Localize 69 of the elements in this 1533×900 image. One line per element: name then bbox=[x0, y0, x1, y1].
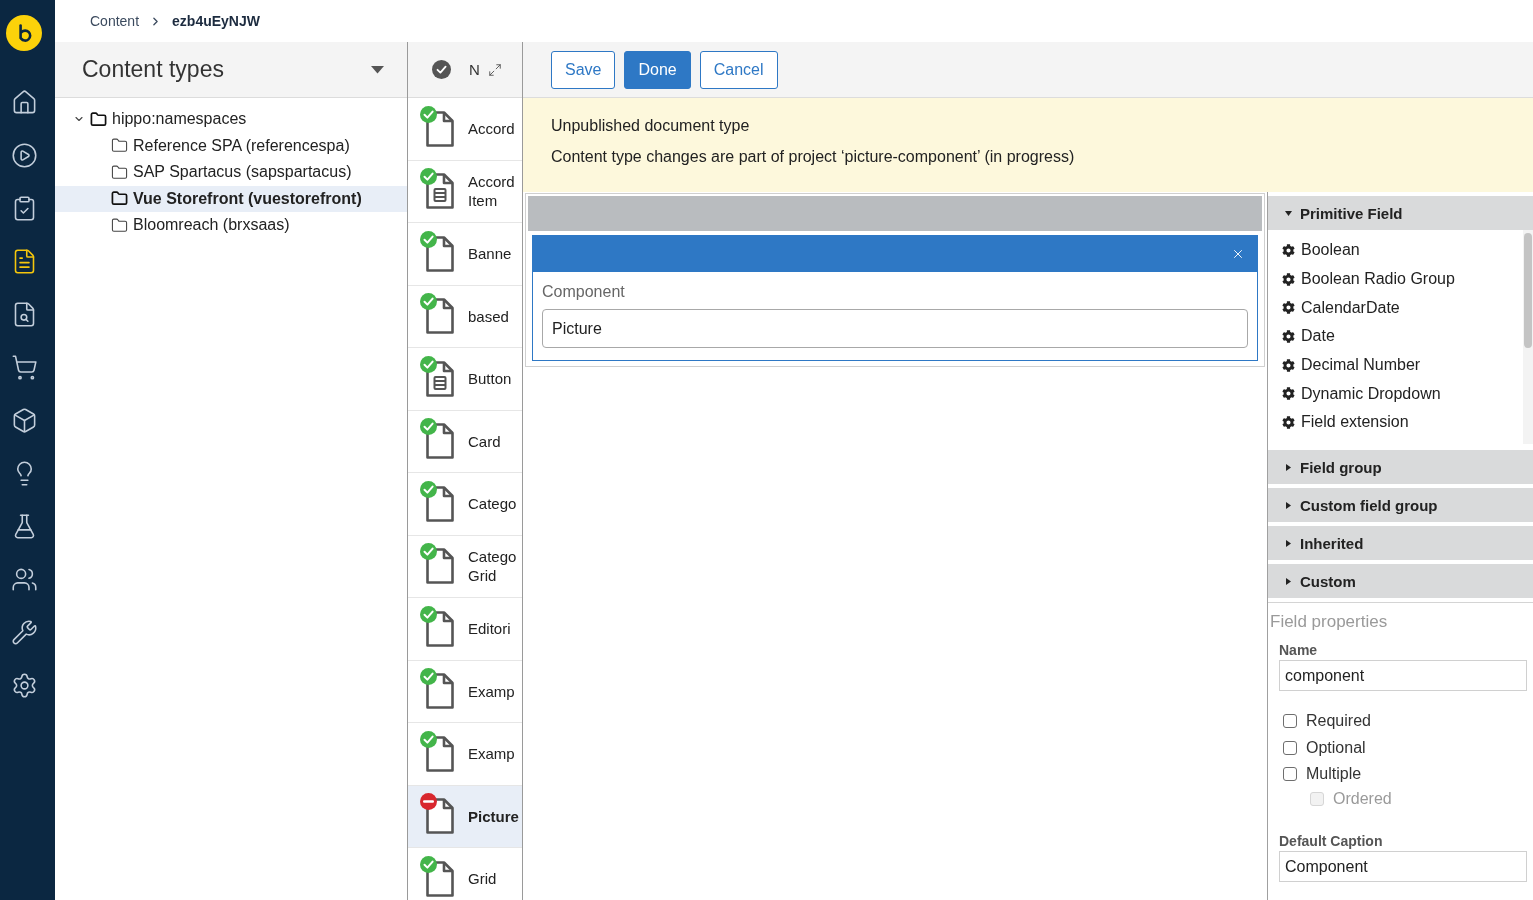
accordion-header[interactable]: Inherited bbox=[1268, 526, 1533, 560]
gear-icon bbox=[1282, 358, 1295, 372]
folder-icon bbox=[111, 137, 128, 155]
gear-icon bbox=[1282, 301, 1295, 315]
tree-item[interactable]: hippo:namespaces bbox=[55, 106, 407, 133]
triangle-right-icon bbox=[1285, 577, 1292, 585]
accordion-header[interactable]: Primitive Field bbox=[1268, 196, 1533, 230]
tree-item[interactable]: Reference SPA (referencespa) bbox=[55, 132, 407, 159]
wrench-icon[interactable] bbox=[10, 619, 38, 646]
play-icon[interactable] bbox=[10, 142, 38, 169]
field-type-item[interactable]: Boolean bbox=[1268, 236, 1523, 265]
checkbox-label: Ordered bbox=[1333, 789, 1392, 808]
tree-item[interactable]: Vue Storefront (vuestorefront) bbox=[55, 185, 407, 212]
field-label: Component bbox=[542, 282, 626, 302]
breadcrumb-current: ezb4uEyNJW bbox=[172, 13, 260, 29]
users-icon[interactable] bbox=[10, 566, 38, 593]
text-field[interactable]: Component bbox=[1279, 851, 1527, 882]
accordion-header[interactable]: Custom bbox=[1268, 564, 1533, 598]
gear-icon bbox=[1282, 415, 1295, 429]
tree-item[interactable]: SAP Spartacus (sapspartacus) bbox=[55, 159, 407, 186]
gear-icon bbox=[1282, 387, 1295, 401]
checkbox[interactable] bbox=[1283, 767, 1297, 782]
field-label: Name bbox=[1279, 641, 1319, 660]
accordion-header[interactable]: Field group bbox=[1268, 450, 1533, 484]
triangle-right-icon bbox=[1285, 463, 1292, 471]
column-header[interactable]: N bbox=[469, 61, 480, 78]
field-type-item[interactable]: Boolean Radio Group bbox=[1268, 264, 1523, 294]
folder-icon bbox=[111, 190, 128, 208]
tree-item[interactable]: Bloomreach (brxsaas) bbox=[55, 212, 407, 239]
brand-logo bbox=[6, 15, 42, 51]
text-field[interactable]: component bbox=[1279, 660, 1527, 691]
document-row[interactable]: Picture bbox=[408, 785, 522, 848]
notice-text: Unpublished document type bbox=[551, 116, 751, 136]
field-label: Default Caption bbox=[1279, 832, 1384, 851]
toolbar-button[interactable]: Save bbox=[551, 50, 616, 89]
gear-icon bbox=[1282, 272, 1295, 286]
check-circle-icon[interactable] bbox=[432, 60, 451, 79]
triangle-down-icon bbox=[1285, 209, 1292, 217]
text-field[interactable]: Picture bbox=[542, 309, 1248, 348]
checkbox-label: Optional bbox=[1306, 738, 1366, 757]
field-type-item[interactable]: Dynamic Dropdown bbox=[1268, 379, 1523, 409]
notice-text: Content type changes are part of project ‘picture-component’ (in progress) bbox=[551, 147, 1076, 167]
dropdown-caret-icon[interactable] bbox=[371, 65, 384, 74]
accordion-header[interactable]: Custom field group bbox=[1268, 488, 1533, 522]
folder-icon bbox=[111, 216, 128, 234]
expand-icon[interactable] bbox=[487, 62, 502, 77]
scrollbar-thumb[interactable] bbox=[1524, 233, 1532, 348]
checkbox[interactable] bbox=[1283, 740, 1297, 755]
checkbox-label: Required bbox=[1306, 712, 1371, 731]
section-title: Field properties bbox=[1270, 612, 1389, 632]
field-type-item[interactable]: CalendarDate bbox=[1268, 293, 1523, 323]
triangle-right-icon bbox=[1285, 501, 1292, 509]
panel-title: Content types bbox=[82, 56, 224, 83]
gear-icon bbox=[1282, 243, 1295, 257]
folder-icon bbox=[90, 110, 107, 128]
field-type-item[interactable]: Decimal Number bbox=[1268, 350, 1523, 380]
toolbar-button[interactable]: Cancel bbox=[699, 50, 778, 89]
checkbox[interactable] bbox=[1283, 714, 1297, 729]
folder-icon bbox=[111, 163, 128, 181]
triangle-right-icon bbox=[1285, 539, 1292, 547]
cart-icon[interactable] bbox=[10, 354, 38, 381]
checkbox-label: Multiple bbox=[1306, 765, 1362, 784]
gear-icon bbox=[1282, 329, 1295, 343]
field-type-item[interactable]: Field extension bbox=[1268, 408, 1523, 437]
field-type-item[interactable]: Date bbox=[1268, 322, 1523, 351]
close-icon[interactable] bbox=[1231, 247, 1245, 261]
breadcrumb-link[interactable]: Content bbox=[90, 13, 140, 29]
field-card[interactable]: Component Picture bbox=[532, 235, 1258, 361]
toolbar-button[interactable]: Done bbox=[624, 50, 691, 89]
